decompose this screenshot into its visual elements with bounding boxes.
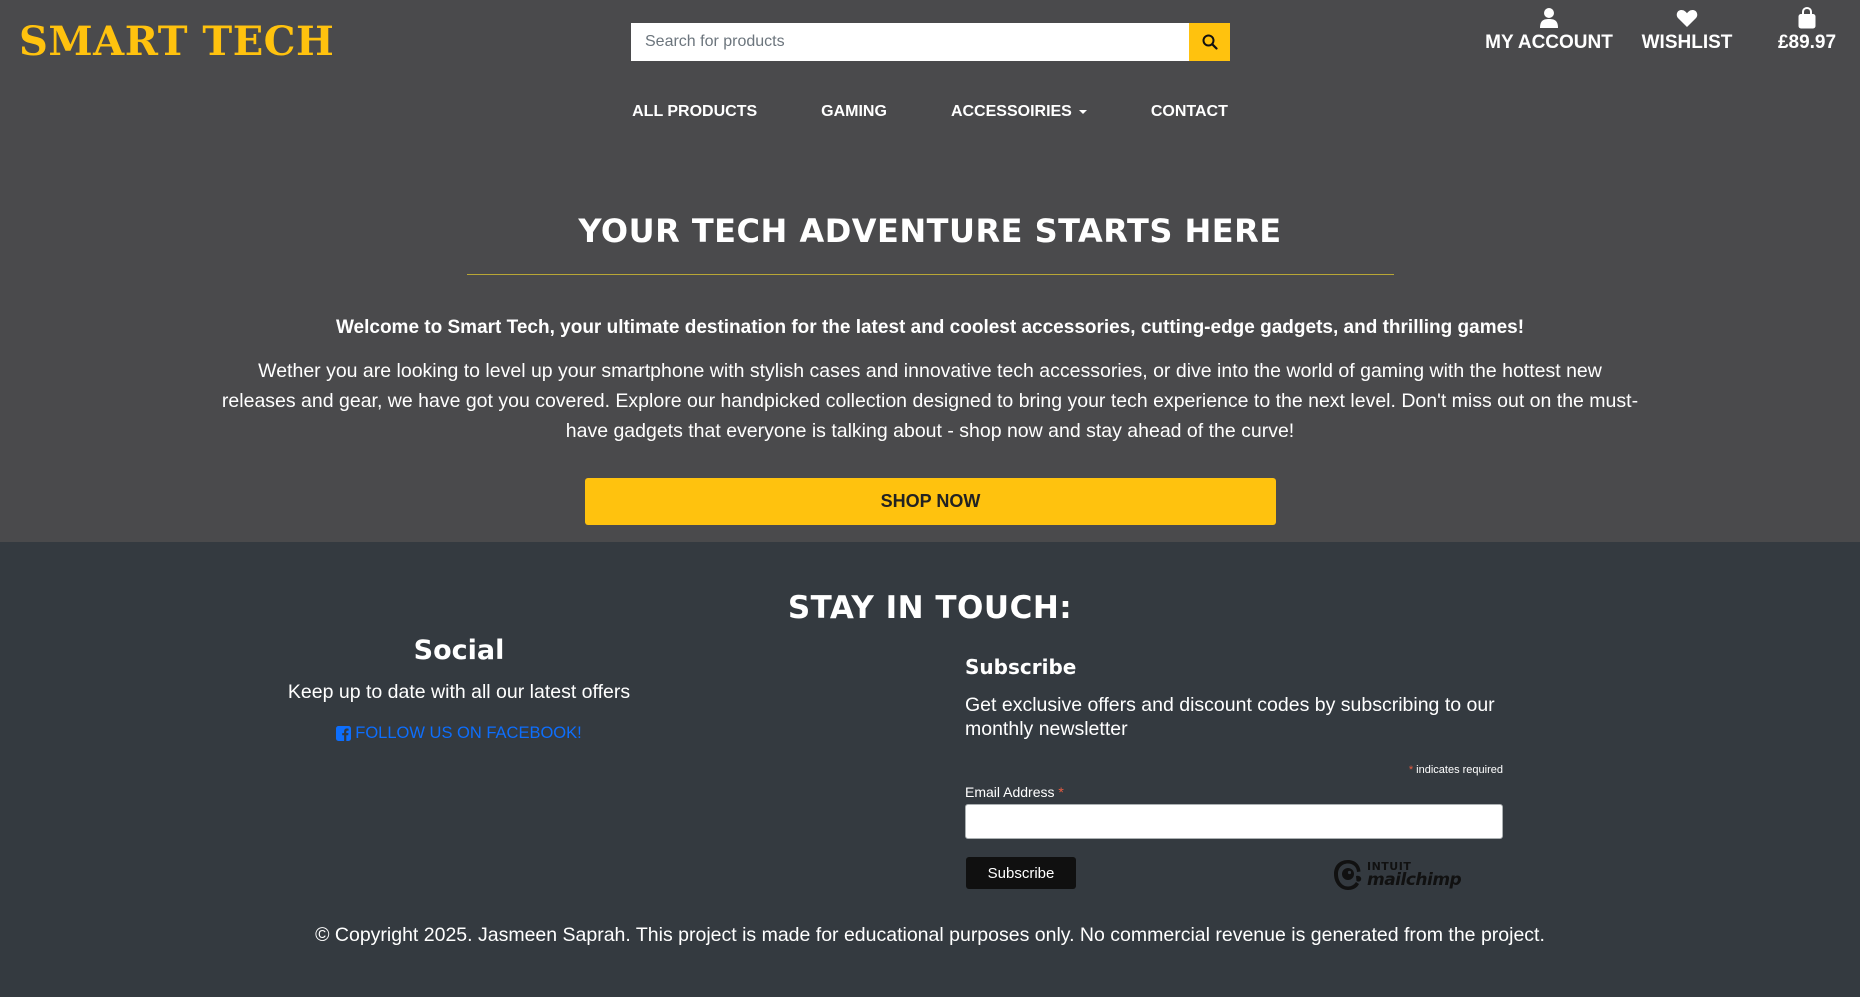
my-account-label: MY ACCOUNT [1485,32,1613,53]
main-nav: ALL PRODUCTS GAMING ACCESSOIRIES CONTACT [0,101,1860,123]
facebook-link[interactable]: FOLLOW US ON FACEBOOK! [209,723,709,743]
email-field[interactable] [965,804,1503,839]
copyright-text: © Copyright 2025. Jasmeen Saprah. This p… [315,924,1545,946]
email-required-star: * [1058,784,1064,800]
mailchimp-wordmark: INTUIT mailchimp [1367,861,1462,890]
cart-link[interactable]: £89.97 [1762,7,1852,54]
nav-item-accessoires-label: ACCESSOIRIES [950,103,1072,120]
footer-section: STAY IN TOUCH: Social Keep up to date wi… [0,542,1860,997]
required-star: * [1408,764,1414,776]
wishlist-label: WISHLIST [1641,32,1733,53]
required-note-text: indicates required [1416,764,1503,776]
subscribe-text: Get exclusive offers and discount codes … [965,694,1495,740]
facebook-link-label: FOLLOW US ON FACEBOOK! [355,724,582,742]
shopping-bag-icon [1798,7,1816,29]
hero-title: YOUR TECH ADVENTURE STARTS HERE [578,212,1282,250]
email-label-text: Email Address [965,784,1055,800]
nav-item-gaming[interactable]: GAMING [789,101,919,123]
nav-item-all-products[interactable]: ALL PRODUCTS [600,101,789,123]
hero-lead: Welcome to Smart Tech, your ultimate des… [335,317,1525,338]
search-form [631,23,1230,61]
stay-in-touch-title: STAY IN TOUCH: [787,590,1073,626]
subscribe-button[interactable]: Subscribe [966,857,1076,889]
shop-now-button[interactable]: SHOP NOW [585,478,1276,525]
hero-divider [467,274,1394,275]
email-label: Email Address * [965,783,1064,801]
search-button[interactable] [1189,23,1230,61]
header-section: SMART TECH MY ACCOUNT [0,0,1860,542]
hero-body: Wether you are looking to level up your … [221,360,1639,442]
mailchimp-logo[interactable]: INTUIT mailchimp [1332,858,1462,892]
cart-total: £89.97 [1777,32,1837,53]
search-icon [1202,34,1218,50]
mailchimp-icon [1334,860,1362,890]
wishlist-link[interactable]: WISHLIST [1637,7,1737,54]
subscribe-title: Subscribe [965,655,1077,679]
nav-item-contact[interactable]: CONTACT [1119,101,1260,123]
user-icon [1540,7,1558,29]
search-input[interactable] [631,23,1189,61]
facebook-square-icon [336,725,352,741]
my-account-link[interactable]: MY ACCOUNT [1484,7,1614,54]
caret-down-icon [1078,110,1087,114]
mailchimp-name-text: mailchimp [1367,870,1462,890]
social-title: Social [413,635,505,666]
heart-icon [1676,7,1698,29]
nav-item-accessoires[interactable]: ACCESSOIRIES [919,101,1119,123]
required-note: * indicates required [965,763,1503,777]
brand-logo[interactable]: SMART TECH [19,18,334,66]
social-text: Keep up to date with all our latest offe… [287,681,631,703]
